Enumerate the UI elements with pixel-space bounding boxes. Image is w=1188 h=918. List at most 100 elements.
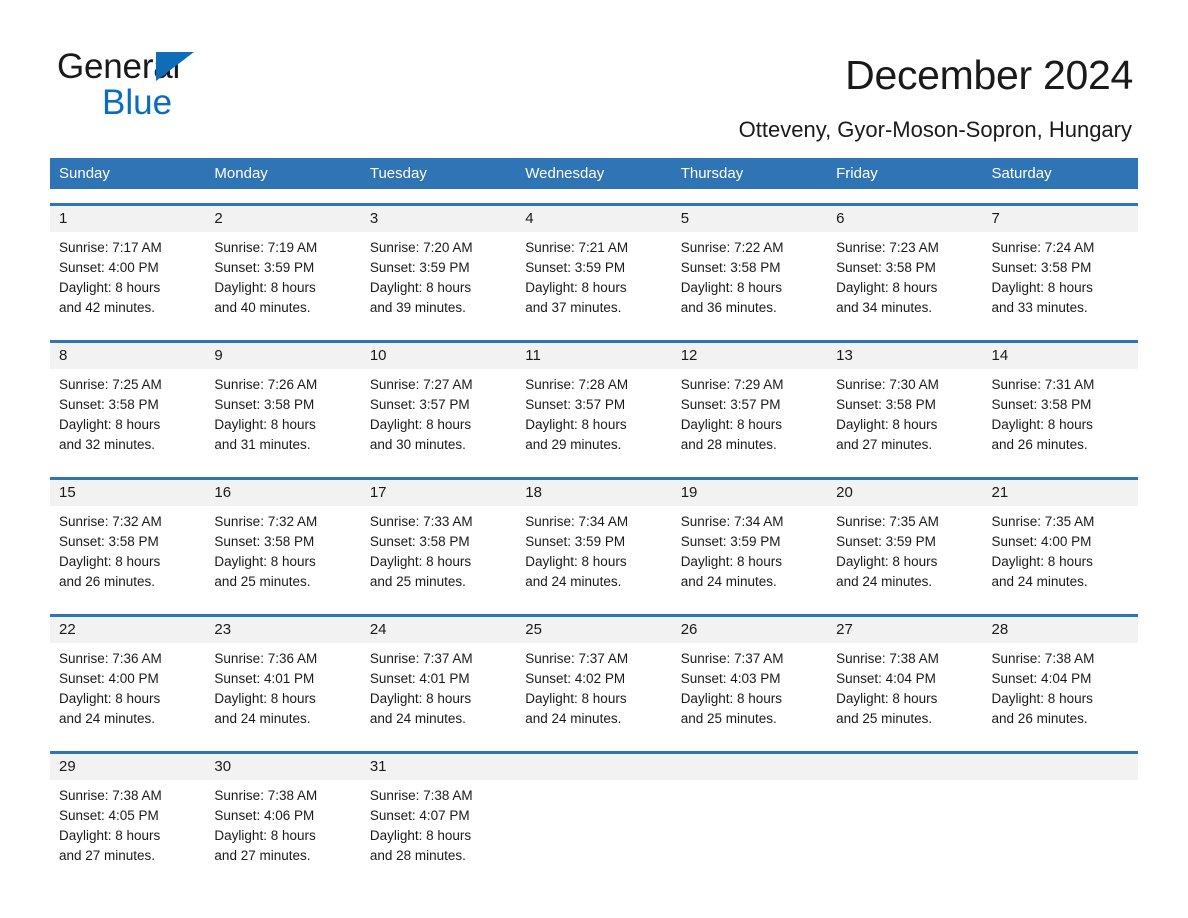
daylight-text-line1: Daylight: 8 hours bbox=[525, 280, 627, 295]
daylight-text-line2: and 32 minutes. bbox=[59, 437, 156, 452]
day-cell-empty bbox=[827, 780, 982, 874]
day-cell[interactable]: Sunrise: 7:34 AM Sunset: 3:59 PM Dayligh… bbox=[672, 506, 827, 600]
week-row: 22 23 24 25 26 27 28 Sunrise: 7:36 AM Su… bbox=[50, 614, 1138, 737]
day-cell[interactable]: Sunrise: 7:19 AM Sunset: 3:59 PM Dayligh… bbox=[205, 232, 360, 326]
daylight-text-line1: Daylight: 8 hours bbox=[525, 554, 627, 569]
day-cell[interactable]: Sunrise: 7:38 AM Sunset: 4:06 PM Dayligh… bbox=[205, 780, 360, 874]
daylight-text-line1: Daylight: 8 hours bbox=[214, 691, 316, 706]
sunrise-text: Sunrise: 7:37 AM bbox=[369, 651, 473, 666]
day-cell[interactable]: Sunrise: 7:29 AM Sunset: 3:57 PM Dayligh… bbox=[672, 369, 827, 463]
day-cell[interactable]: Sunrise: 7:31 AM Sunset: 3:58 PM Dayligh… bbox=[983, 369, 1138, 463]
daylight-text-line1: Daylight: 8 hours bbox=[59, 828, 161, 843]
sunrise-text: Sunrise: 7:38 AM bbox=[369, 788, 473, 803]
day-number: 19 bbox=[680, 484, 698, 501]
daylight-text-line2: and 27 minutes. bbox=[836, 437, 933, 452]
day-cell[interactable]: Sunrise: 7:28 AM Sunset: 3:57 PM Dayligh… bbox=[516, 369, 671, 463]
daylight-text-line1: Daylight: 8 hours bbox=[59, 554, 161, 569]
daylight-text-line2: and 24 minutes. bbox=[680, 574, 777, 589]
day-cell[interactable]: Sunrise: 7:24 AM Sunset: 3:58 PM Dayligh… bbox=[983, 232, 1138, 326]
sunset-text: Sunset: 3:59 PM bbox=[525, 534, 626, 549]
day-number: 5 bbox=[680, 210, 690, 227]
sunset-text: Sunset: 4:02 PM bbox=[525, 671, 626, 686]
weekday-header-thursday: Thursday bbox=[680, 165, 744, 182]
daylight-text-line2: and 24 minutes. bbox=[59, 711, 156, 726]
daylight-text-line1: Daylight: 8 hours bbox=[369, 280, 472, 295]
daylight-text-line1: Daylight: 8 hours bbox=[369, 554, 472, 569]
daylight-text-line2: and 34 minutes. bbox=[836, 300, 933, 315]
sunrise-text: Sunrise: 7:37 AM bbox=[680, 651, 784, 666]
sunrise-text: Sunrise: 7:35 AM bbox=[836, 514, 939, 529]
day-content-row: Sunrise: 7:36 AM Sunset: 4:00 PM Dayligh… bbox=[50, 643, 1138, 737]
daylight-text-line2: and 39 minutes. bbox=[369, 300, 466, 315]
day-cell[interactable]: Sunrise: 7:37 AM Sunset: 4:02 PM Dayligh… bbox=[516, 643, 671, 737]
sunset-text: Sunset: 4:01 PM bbox=[369, 671, 470, 686]
sunset-text: Sunset: 3:58 PM bbox=[214, 534, 315, 549]
day-cell-empty bbox=[983, 780, 1138, 874]
day-number: 17 bbox=[369, 484, 387, 501]
day-number: 18 bbox=[525, 484, 542, 501]
day-cell[interactable]: Sunrise: 7:17 AM Sunset: 4:00 PM Dayligh… bbox=[50, 232, 205, 326]
day-number: 12 bbox=[680, 347, 698, 364]
daylight-text-line1: Daylight: 8 hours bbox=[991, 417, 1093, 432]
calendar-page: General Blue December 2024 Otteveny, Gyo… bbox=[0, 0, 1188, 918]
daylight-text-line2: and 25 minutes. bbox=[836, 711, 933, 726]
day-cell[interactable]: Sunrise: 7:38 AM Sunset: 4:04 PM Dayligh… bbox=[983, 643, 1138, 737]
day-number-band: 22 23 24 25 26 27 28 bbox=[50, 617, 1138, 643]
day-cell[interactable]: Sunrise: 7:20 AM Sunset: 3:59 PM Dayligh… bbox=[361, 232, 516, 326]
day-cell[interactable]: Sunrise: 7:35 AM Sunset: 3:59 PM Dayligh… bbox=[827, 506, 982, 600]
day-cell[interactable]: Sunrise: 7:21 AM Sunset: 3:59 PM Dayligh… bbox=[516, 232, 671, 326]
day-cell[interactable]: Sunrise: 7:37 AM Sunset: 4:03 PM Dayligh… bbox=[672, 643, 827, 737]
day-cell[interactable]: Sunrise: 7:35 AM Sunset: 4:00 PM Dayligh… bbox=[983, 506, 1138, 600]
sunrise-text: Sunrise: 7:21 AM bbox=[525, 240, 629, 255]
day-number: 20 bbox=[836, 484, 853, 501]
daylight-text-line2: and 40 minutes. bbox=[214, 300, 311, 315]
day-cell[interactable]: Sunrise: 7:22 AM Sunset: 3:58 PM Dayligh… bbox=[672, 232, 827, 326]
sunset-text: Sunset: 3:58 PM bbox=[836, 260, 936, 275]
day-cell[interactable]: Sunrise: 7:37 AM Sunset: 4:01 PM Dayligh… bbox=[361, 643, 516, 737]
day-cell[interactable]: Sunrise: 7:32 AM Sunset: 3:58 PM Dayligh… bbox=[50, 506, 205, 600]
daylight-text-line1: Daylight: 8 hours bbox=[214, 417, 316, 432]
sunset-text: Sunset: 3:58 PM bbox=[991, 260, 1092, 275]
triangle-icon bbox=[156, 52, 194, 81]
day-cell[interactable]: Sunrise: 7:38 AM Sunset: 4:07 PM Dayligh… bbox=[361, 780, 516, 874]
daylight-text-line1: Daylight: 8 hours bbox=[214, 554, 316, 569]
weekday-header-saturday: Saturday bbox=[991, 165, 1052, 182]
day-cell[interactable]: Sunrise: 7:36 AM Sunset: 4:00 PM Dayligh… bbox=[50, 643, 205, 737]
day-cell[interactable]: Sunrise: 7:30 AM Sunset: 3:58 PM Dayligh… bbox=[827, 369, 982, 463]
day-cell[interactable]: Sunrise: 7:27 AM Sunset: 3:57 PM Dayligh… bbox=[361, 369, 516, 463]
day-cell[interactable]: Sunrise: 7:36 AM Sunset: 4:01 PM Dayligh… bbox=[205, 643, 360, 737]
day-number: 6 bbox=[836, 210, 845, 227]
day-number-band: 15 16 17 18 19 20 21 bbox=[50, 480, 1138, 506]
daylight-text-line2: and 24 minutes. bbox=[525, 711, 622, 726]
sunrise-text: Sunrise: 7:25 AM bbox=[59, 377, 162, 392]
sunset-text: Sunset: 3:59 PM bbox=[369, 260, 470, 275]
daylight-text-line1: Daylight: 8 hours bbox=[59, 280, 161, 295]
weekday-header-tuesday: Tuesday bbox=[369, 165, 427, 182]
day-cell[interactable]: Sunrise: 7:38 AM Sunset: 4:05 PM Dayligh… bbox=[50, 780, 205, 874]
daylight-text-line2: and 24 minutes. bbox=[525, 574, 622, 589]
day-cell[interactable]: Sunrise: 7:38 AM Sunset: 4:04 PM Dayligh… bbox=[827, 643, 982, 737]
daylight-text-line1: Daylight: 8 hours bbox=[369, 417, 472, 432]
day-number: 2 bbox=[214, 210, 223, 227]
daylight-text-line1: Daylight: 8 hours bbox=[836, 280, 938, 295]
day-cell[interactable]: Sunrise: 7:32 AM Sunset: 3:58 PM Dayligh… bbox=[205, 506, 360, 600]
sunrise-text: Sunrise: 7:33 AM bbox=[369, 514, 473, 529]
day-content-row: Sunrise: 7:25 AM Sunset: 3:58 PM Dayligh… bbox=[50, 369, 1138, 463]
day-content-row: Sunrise: 7:32 AM Sunset: 3:58 PM Dayligh… bbox=[50, 506, 1138, 600]
day-cell[interactable]: Sunrise: 7:33 AM Sunset: 3:58 PM Dayligh… bbox=[361, 506, 516, 600]
sunrise-text: Sunrise: 7:17 AM bbox=[59, 240, 162, 255]
day-number: 15 bbox=[59, 484, 76, 501]
daylight-text-line2: and 26 minutes. bbox=[59, 574, 156, 589]
day-number: 10 bbox=[369, 347, 387, 364]
daylight-text-line2: and 28 minutes. bbox=[680, 437, 777, 452]
sunset-text: Sunset: 3:59 PM bbox=[680, 534, 781, 549]
day-cell[interactable]: Sunrise: 7:25 AM Sunset: 3:58 PM Dayligh… bbox=[50, 369, 205, 463]
daylight-text-line1: Daylight: 8 hours bbox=[680, 417, 782, 432]
sunset-text: Sunset: 3:59 PM bbox=[525, 260, 626, 275]
daylight-text-line2: and 25 minutes. bbox=[680, 711, 777, 726]
day-cell[interactable]: Sunrise: 7:34 AM Sunset: 3:59 PM Dayligh… bbox=[516, 506, 671, 600]
day-cell[interactable]: Sunrise: 7:23 AM Sunset: 3:58 PM Dayligh… bbox=[827, 232, 982, 326]
day-cell[interactable]: Sunrise: 7:26 AM Sunset: 3:58 PM Dayligh… bbox=[205, 369, 360, 463]
general-blue-logo[interactable]: General Blue bbox=[57, 48, 317, 120]
daylight-text-line2: and 26 minutes. bbox=[991, 711, 1088, 726]
